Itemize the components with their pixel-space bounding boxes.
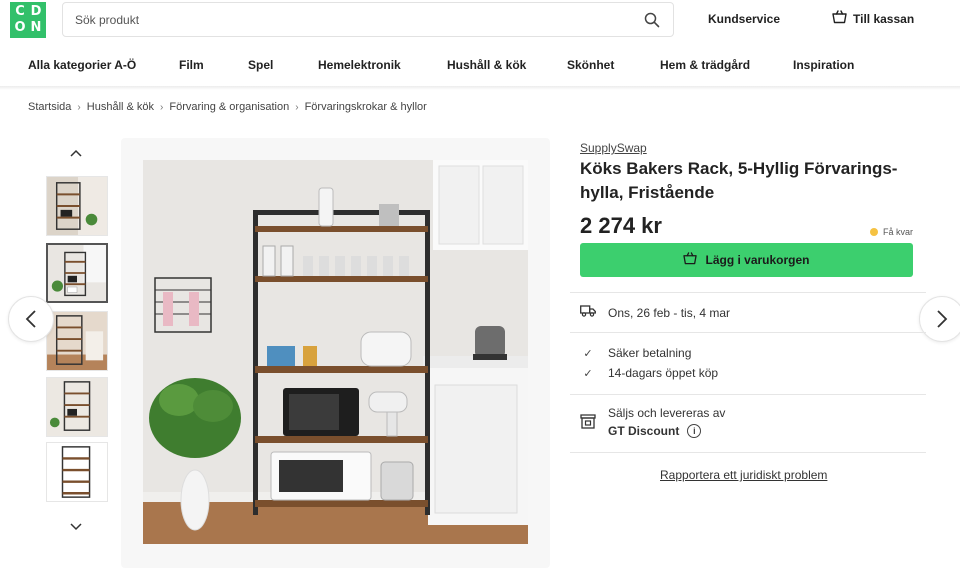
- benefit-text: Säker betalning: [608, 346, 692, 360]
- cart-icon: [683, 252, 698, 268]
- nav-item-film[interactable]: Film: [179, 58, 204, 72]
- product-brand-link[interactable]: SupplySwap: [580, 141, 647, 155]
- nav-item-hushall-kok[interactable]: Hushåll & kök: [447, 58, 526, 72]
- chevron-right-icon: ›: [160, 101, 164, 113]
- divider: [570, 452, 926, 453]
- delivery-row: Ons, 26 feb - tis, 4 mar: [580, 305, 730, 320]
- cart-icon: [832, 10, 847, 27]
- product-price: 2 274 kr: [580, 213, 662, 238]
- logo-letter: C: [15, 4, 25, 19]
- check-icon: ✓: [583, 367, 593, 380]
- divider: [570, 332, 926, 333]
- divider: [570, 394, 926, 395]
- cdon-logo[interactable]: C D O N: [10, 2, 46, 38]
- divider: [570, 292, 926, 293]
- breadcrumb: Startsida › Hushåll & kök › Förvaring & …: [28, 101, 427, 113]
- checkout-button[interactable]: Till kassan: [832, 10, 914, 27]
- check-icon: ✓: [583, 347, 593, 360]
- previous-image-button[interactable]: [8, 296, 54, 342]
- store-icon: [580, 414, 596, 438]
- stock-dot-icon: [870, 228, 878, 236]
- seller-label: Säljs och levereras av: [608, 406, 726, 420]
- benefit-row: ✓ 14-dagars öppet köp: [580, 366, 718, 380]
- delivery-date: Ons, 26 feb - tis, 4 mar: [608, 305, 731, 320]
- product-thumbnail-active[interactable]: [46, 243, 108, 303]
- breadcrumb-item[interactable]: Hushåll & kök: [87, 101, 154, 113]
- breadcrumb-item[interactable]: Förvaringskrokar & hyllor: [305, 101, 427, 113]
- add-to-cart-label: Lägg i varukorgen: [705, 253, 810, 267]
- search-icon[interactable]: [643, 11, 661, 29]
- nav-item-skonhet[interactable]: Skönhet: [567, 58, 614, 72]
- logo-letter: O: [14, 20, 26, 35]
- next-image-button[interactable]: [919, 296, 960, 342]
- search-placeholder: Sök produkt: [75, 12, 140, 27]
- logo-letter: N: [30, 20, 42, 35]
- product-thumbnail[interactable]: [46, 442, 108, 502]
- breadcrumb-item[interactable]: Förvaring & organisation: [169, 101, 289, 113]
- customer-service-link[interactable]: Kundservice: [708, 12, 780, 26]
- nav-item-hem-tradgard[interactable]: Hem & trädgård: [660, 58, 750, 72]
- add-to-cart-button[interactable]: Lägg i varukorgen: [580, 243, 913, 277]
- nav-divider: [0, 86, 960, 90]
- thumbnails-down-icon[interactable]: [66, 520, 86, 534]
- chevron-right-icon: ›: [295, 101, 299, 113]
- thumbnails-up-icon[interactable]: [66, 146, 86, 160]
- benefit-row: ✓ Säker betalning: [580, 346, 691, 360]
- nav-item-all-categories[interactable]: Alla kategorier A-Ö: [28, 58, 136, 72]
- nav-item-inspiration[interactable]: Inspiration: [793, 58, 854, 72]
- benefit-text: 14-dagars öppet köp: [608, 366, 719, 380]
- nav-item-hemelektronik[interactable]: Hemelektronik: [318, 58, 401, 72]
- stock-status: Få kvar: [870, 227, 913, 237]
- stock-label: Få kvar: [883, 227, 914, 237]
- category-nav: Alla kategorier A-Ö Film Spel Hemelektro…: [0, 56, 960, 76]
- info-icon[interactable]: i: [687, 424, 702, 438]
- product-thumbnail[interactable]: [46, 377, 108, 437]
- product-title: Köks Bakers Rack, 5-Hyllig Förvarings-hy…: [580, 159, 898, 202]
- main-product-image[interactable]: [143, 160, 528, 544]
- seller-info: Säljs och levereras av GT Discount i: [580, 406, 725, 438]
- truck-icon: [580, 305, 596, 320]
- logo-letter: D: [30, 4, 42, 19]
- checkout-label: Till kassan: [853, 11, 915, 26]
- search-input[interactable]: Sök produkt: [62, 2, 674, 37]
- report-problem-link[interactable]: Rapportera ett juridiskt problem: [660, 468, 827, 482]
- product-thumbnail[interactable]: [46, 176, 108, 236]
- seller-name[interactable]: GT Discount: [608, 424, 679, 438]
- product-thumbnail[interactable]: [46, 311, 108, 371]
- nav-item-spel[interactable]: Spel: [248, 58, 273, 72]
- chevron-right-icon: ›: [77, 101, 81, 113]
- breadcrumb-item[interactable]: Startsida: [28, 101, 71, 113]
